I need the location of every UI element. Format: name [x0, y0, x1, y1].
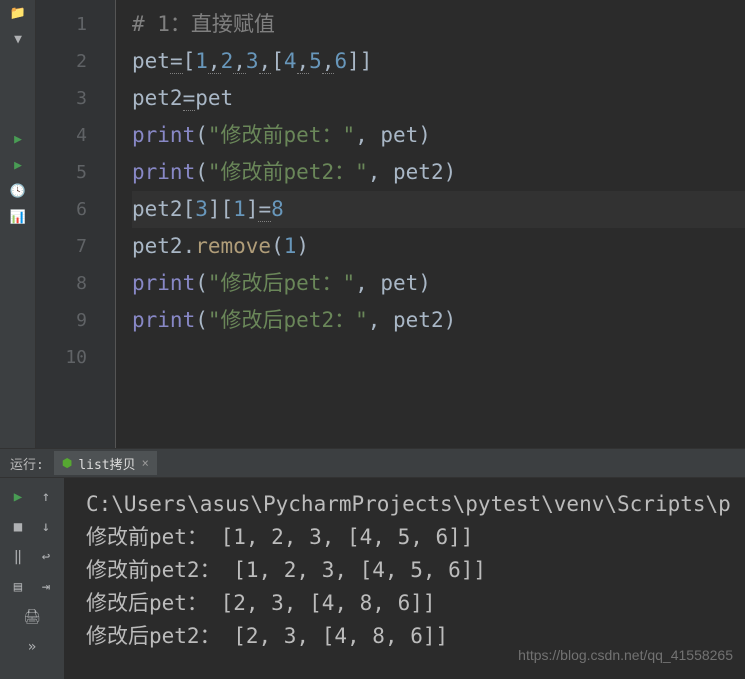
- gutter-line: 2: [36, 43, 115, 80]
- code-line[interactable]: pet2[3][1]=8: [132, 191, 745, 228]
- gutter: 12345678910: [36, 0, 116, 448]
- scroll-down-icon[interactable]: ↓: [35, 516, 57, 538]
- run-toolbar: ▶ ↑ ■ ↓ ‖ ↩ ▤ ⇥ 🖨 »: [0, 478, 64, 679]
- gutter-line: 6: [36, 191, 115, 228]
- code-line[interactable]: print("修改前pet：", pet): [132, 117, 745, 154]
- run-tabbar: 运行: ⬢ list拷贝 ×: [0, 448, 745, 478]
- project-folder-icon[interactable]: 📁: [0, 0, 36, 26]
- more-icon[interactable]: »: [21, 636, 43, 658]
- gutter-line: 1: [36, 6, 115, 43]
- code-line[interactable]: # 1：直接赋值: [132, 6, 745, 43]
- scroll-up-icon[interactable]: ↑: [35, 486, 57, 508]
- print-icon[interactable]: 🖨: [21, 606, 43, 628]
- step-icon[interactable]: ⇥: [35, 576, 57, 598]
- code-line[interactable]: [132, 339, 745, 376]
- run-label: 运行:: [6, 454, 48, 473]
- close-icon[interactable]: ×: [142, 456, 149, 470]
- gutter-line: 9: [36, 302, 115, 339]
- code-body[interactable]: # 1：直接赋值pet=[1,2,3,[4,5,6]]pet2=petprint…: [116, 0, 745, 448]
- collapse-icon[interactable]: ▼: [0, 26, 36, 52]
- stop-icon[interactable]: ■: [7, 516, 29, 538]
- gutter-line: 5: [36, 154, 115, 191]
- code-line[interactable]: pet=[1,2,3,[4,5,6]]: [132, 43, 745, 80]
- editor: 12345678910 # 1：直接赋值pet=[1,2,3,[4,5,6]]p…: [36, 0, 745, 448]
- clock-icon[interactable]: 🕓: [0, 179, 36, 205]
- run-tab[interactable]: ⬢ list拷贝 ×: [54, 451, 157, 475]
- code-line[interactable]: print("修改后pet：", pet): [132, 265, 745, 302]
- gutter-line: 4: [36, 117, 115, 154]
- python-icon: ⬢: [62, 456, 72, 470]
- watermark: https://blog.csdn.net/qq_41558265: [518, 647, 733, 663]
- wrap-icon[interactable]: ↩: [35, 546, 57, 568]
- gutter-line: 7: [36, 228, 115, 265]
- gutter-line: 10: [36, 339, 115, 376]
- gutter-line: 8: [36, 265, 115, 302]
- layout-icon[interactable]: ▤: [7, 576, 29, 598]
- code-line[interactable]: print("修改后pet2：", pet2): [132, 302, 745, 339]
- code-line[interactable]: pet2.remove(1): [132, 228, 745, 265]
- code-line[interactable]: pet2=pet: [132, 80, 745, 117]
- code-line[interactable]: print("修改前pet2：", pet2): [132, 154, 745, 191]
- play-icon[interactable]: ▶: [0, 127, 36, 153]
- run-tab-name: list拷贝: [78, 454, 135, 473]
- play-icon-2[interactable]: ▶: [0, 153, 36, 179]
- chart-icon[interactable]: 📊: [0, 205, 36, 231]
- run-panel: 运行: ⬢ list拷贝 × ▶ ↑ ■ ↓ ‖ ↩ ▤ ⇥: [0, 448, 745, 679]
- pause-icon[interactable]: ‖: [7, 546, 29, 568]
- gutter-line: 3: [36, 80, 115, 117]
- rerun-icon[interactable]: ▶: [7, 486, 29, 508]
